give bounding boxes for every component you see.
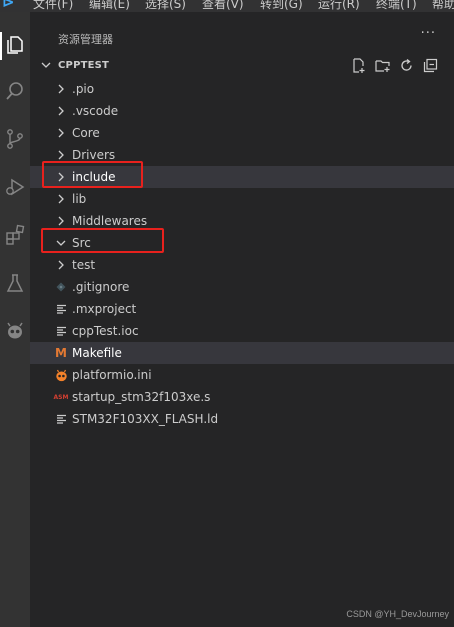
tree-item-label: .gitignore bbox=[72, 280, 130, 294]
testing-flask-icon[interactable] bbox=[0, 268, 30, 298]
explorer-sidebar: 资源管理器 ··· CPPTEST .pio .vscode Core Driv… bbox=[30, 12, 454, 627]
tree-item-label: lib bbox=[72, 192, 87, 206]
tree-item-folder[interactable]: test bbox=[30, 254, 454, 276]
lines-file-icon bbox=[54, 324, 68, 338]
chevron-right-icon bbox=[58, 150, 64, 160]
explorer-actions bbox=[350, 57, 438, 75]
lines-file-icon bbox=[54, 302, 68, 316]
tree-item-file[interactable]: STM32F103XX_FLASH.ld bbox=[30, 408, 454, 430]
tree-item-folder[interactable]: .pio bbox=[30, 78, 454, 100]
search-icon[interactable] bbox=[0, 76, 30, 106]
chevron-right-icon bbox=[58, 260, 64, 270]
platformio-alien-icon bbox=[54, 368, 68, 382]
watermark: CSDN @YH_DevJourney bbox=[346, 609, 449, 619]
tree-item-label: Core bbox=[72, 126, 100, 140]
file-tree: .pio .vscode Core Drivers include lib Mi… bbox=[30, 78, 454, 430]
chevron-right-icon bbox=[58, 194, 64, 204]
menu-edit[interactable]: 编辑(E) bbox=[89, 0, 130, 12]
menu-view[interactable]: 查看(V) bbox=[202, 0, 244, 12]
chevron-right-icon bbox=[58, 128, 64, 138]
tree-item-label: STM32F103XX_FLASH.ld bbox=[72, 412, 219, 426]
chevron-down-icon bbox=[41, 62, 51, 68]
tree-item-label: startup_stm32f103xe.s bbox=[72, 390, 211, 404]
collapse-all-icon[interactable] bbox=[422, 57, 438, 73]
sidebar-title: 资源管理器 bbox=[58, 33, 113, 46]
tree-item-file[interactable]: ASM startup_stm32f103xe.s bbox=[30, 386, 454, 408]
run-debug-icon[interactable] bbox=[0, 172, 30, 202]
tree-item-file[interactable]: platformio.ini bbox=[30, 364, 454, 386]
menu-terminal[interactable]: 终端(T) bbox=[376, 0, 417, 12]
explorer-icon[interactable] bbox=[0, 30, 30, 60]
tree-item-file-makefile[interactable]: M Makefile bbox=[30, 342, 454, 364]
tree-item-label: test bbox=[72, 258, 96, 272]
menu-file[interactable]: 文件(F) bbox=[33, 0, 73, 12]
menu-help[interactable]: 帮助 bbox=[432, 0, 454, 12]
tree-item-label: Middlewares bbox=[72, 214, 148, 228]
vscode-window: ⊳ 文件(F) 编辑(E) 选择(S) 查看(V) 转到(G) 运行(R) 终端… bbox=[0, 0, 454, 627]
tree-item-label: platformio.ini bbox=[72, 368, 152, 382]
tree-item-label: cppTest.ioc bbox=[72, 324, 139, 338]
asm-badge: ASM bbox=[53, 393, 69, 401]
chevron-right-icon bbox=[58, 106, 64, 116]
menu-go[interactable]: 转到(G) bbox=[260, 0, 303, 12]
git-diamond-icon bbox=[54, 280, 68, 294]
more-actions-button[interactable]: ··· bbox=[421, 26, 436, 41]
annotation-box-include bbox=[42, 161, 143, 188]
menu-bar: ⊳ 文件(F) 编辑(E) 选择(S) 查看(V) 转到(G) 运行(R) 终端… bbox=[0, 0, 454, 12]
workspace-section-header[interactable]: CPPTEST bbox=[30, 57, 454, 75]
new-file-icon[interactable] bbox=[350, 57, 366, 73]
platformio-icon[interactable] bbox=[0, 316, 30, 346]
workspace-name: CPPTEST bbox=[58, 60, 110, 71]
tree-item-folder[interactable]: Core bbox=[30, 122, 454, 144]
lines-file-icon bbox=[54, 412, 68, 426]
tree-item-label: .vscode bbox=[72, 104, 119, 118]
tree-item-label: .pio bbox=[72, 82, 95, 96]
menu-selection[interactable]: 选择(S) bbox=[145, 0, 186, 12]
tree-item-file[interactable]: cppTest.ioc bbox=[30, 320, 454, 342]
tree-item-label: Makefile bbox=[72, 346, 122, 360]
new-folder-icon[interactable] bbox=[374, 57, 390, 73]
tree-item-label: Drivers bbox=[72, 148, 116, 162]
tree-item-label: .mxproject bbox=[72, 302, 137, 316]
activity-bar bbox=[0, 12, 30, 627]
refresh-icon[interactable] bbox=[398, 57, 414, 73]
source-control-icon[interactable] bbox=[0, 124, 30, 154]
tree-item-file[interactable]: .mxproject bbox=[30, 298, 454, 320]
tree-item-file[interactable]: .gitignore bbox=[30, 276, 454, 298]
menu-run[interactable]: 运行(R) bbox=[318, 0, 360, 12]
tree-item-folder[interactable]: lib bbox=[30, 188, 454, 210]
makefile-m-icon: M bbox=[55, 346, 67, 360]
tree-item-folder[interactable]: .vscode bbox=[30, 100, 454, 122]
annotation-box-src bbox=[41, 228, 164, 253]
vscode-logo-icon: ⊳ bbox=[2, 0, 15, 11]
extensions-icon[interactable] bbox=[0, 220, 30, 250]
asm-icon: ASM bbox=[53, 390, 69, 404]
chevron-right-icon bbox=[58, 216, 64, 226]
chevron-right-icon bbox=[58, 84, 64, 94]
